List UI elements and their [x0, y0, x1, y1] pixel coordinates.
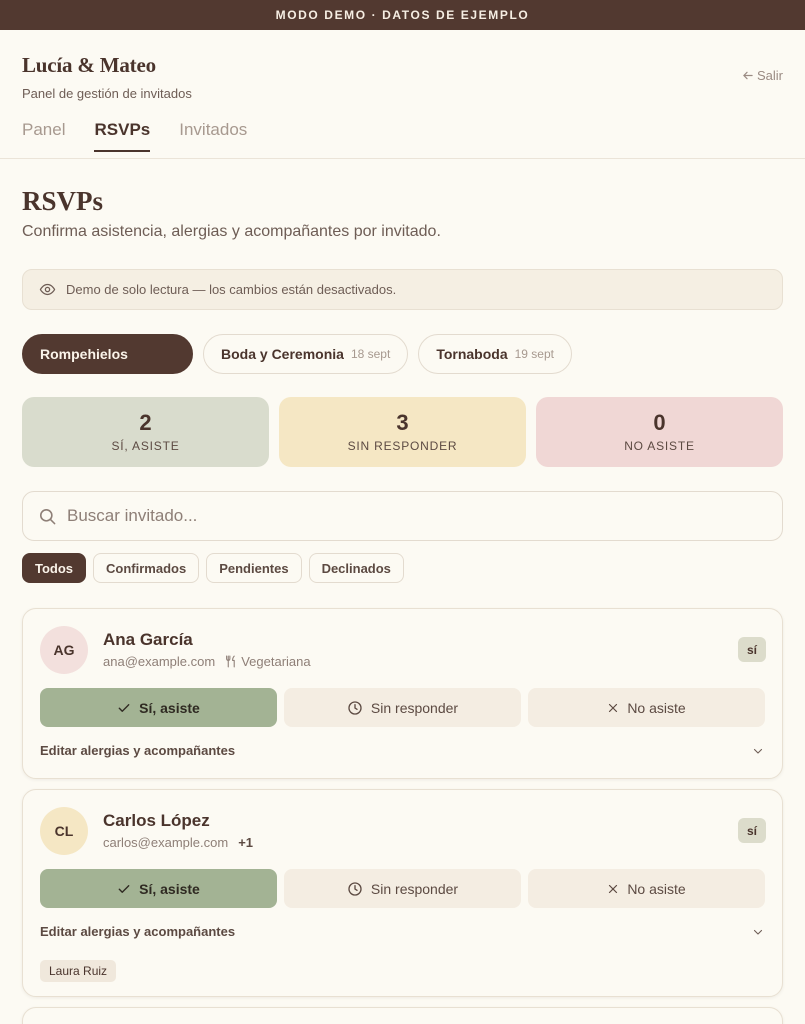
- event-label: Boda y Ceremonia: [221, 346, 344, 362]
- rsvp-pending-label: Sin responder: [370, 880, 459, 897]
- eye-icon: [39, 281, 56, 298]
- guest-meta: carlos@example.com +1: [103, 835, 253, 850]
- event-rompehielos[interactable]: Rompehielos: [22, 334, 193, 374]
- notice-text: Demo de solo lectura — los cambios están…: [66, 282, 397, 297]
- guest-meta: ana@example.com Vegetariana: [103, 654, 311, 669]
- event-tornaboda[interactable]: Tornaboda 19 sept: [418, 334, 572, 374]
- clock-icon: [347, 700, 363, 716]
- close-icon: [607, 702, 619, 714]
- demo-banner: MODO DEMO · DATOS DE EJEMPLO: [0, 0, 805, 30]
- diet-info: Vegetariana: [225, 654, 311, 669]
- rsvp-yes-button[interactable]: Sí, asiste: [40, 869, 277, 908]
- guest-email: ana@example.com: [103, 654, 216, 669]
- stat-pending: 3 SIN RESPONDER: [279, 397, 526, 467]
- page-subtitle: Confirma asistencia, alergias y acompaña…: [22, 223, 441, 240]
- stat-value: 0: [653, 409, 666, 435]
- diet-label: Vegetariana: [241, 654, 311, 669]
- rsvp-options: Sí, asiste Sin responder No asiste: [40, 688, 765, 727]
- close-icon: [607, 883, 619, 895]
- stat-declined: 0 NO ASISTE: [536, 397, 783, 467]
- event-date: 18 sept: [350, 347, 391, 361]
- guest-name: Carlos López: [103, 811, 210, 830]
- clock-icon: [347, 881, 363, 897]
- status-badge: sí: [737, 637, 766, 662]
- stat-attending: 2 SÍ, ASISTE: [22, 397, 269, 467]
- edit-label: Editar alergias y acompañantes: [40, 743, 236, 758]
- tab-invitados[interactable]: Invitados: [179, 120, 247, 152]
- rsvp-pending-button[interactable]: Sin responder: [284, 869, 521, 908]
- rsvp-yes-label: Sí, asiste: [139, 880, 200, 897]
- rsvp-pending-label: Sin responder: [370, 699, 459, 716]
- rsvp-no-label: No asiste: [627, 880, 686, 897]
- event-label: Tornaboda: [436, 346, 508, 362]
- app-subtitle: Panel de gestión de invitados: [22, 86, 192, 101]
- edit-allergies-toggle[interactable]: Editar alergias y acompañantes: [40, 743, 764, 758]
- rsvp-yes-button[interactable]: Sí, asiste: [40, 688, 277, 727]
- search-input[interactable]: [67, 506, 747, 526]
- guest-card: CL Carlos López carlos@example.com +1 sí…: [22, 789, 783, 997]
- guest-name: Ana García: [103, 630, 193, 649]
- chevron-down-icon: [752, 926, 764, 938]
- stat-label: SÍ, ASISTE: [111, 439, 180, 454]
- search-box: [22, 491, 783, 541]
- status-filters: Todos Confirmados Pendientes Declinados: [22, 553, 404, 583]
- rsvp-no-label: No asiste: [627, 699, 686, 716]
- tab-rsvps[interactable]: RSVPs: [94, 120, 151, 152]
- filter-todos[interactable]: Todos: [22, 553, 87, 583]
- edit-label: Editar alergias y acompañantes: [40, 924, 236, 939]
- utensils-icon: [225, 655, 238, 668]
- event-date: 19 sept: [514, 347, 554, 361]
- check-icon: [117, 882, 131, 896]
- companion-tag: Laura Ruiz: [40, 960, 117, 982]
- event-label: Rompehielos: [40, 346, 128, 362]
- filter-declinados[interactable]: Declinados: [308, 553, 404, 583]
- app-header: Lucía & Mateo Panel de gestión de invita…: [0, 30, 805, 159]
- guest-email: carlos@example.com: [103, 835, 229, 850]
- demo-banner-text: MODO DEMO · DATOS DE EJEMPLO: [275, 8, 530, 22]
- rsvp-stats: 2 SÍ, ASISTE 3 SIN RESPONDER 0 NO ASISTE: [22, 397, 783, 467]
- event-boda-ceremonia[interactable]: Boda y Ceremonia 18 sept: [203, 334, 409, 374]
- page-title: RSVPs: [22, 186, 104, 216]
- edit-allergies-toggle[interactable]: Editar alergias y acompañantes: [40, 924, 764, 939]
- chevron-down-icon: [752, 745, 764, 757]
- rsvp-yes-label: Sí, asiste: [139, 699, 200, 716]
- rsvp-options: Sí, asiste Sin responder No asiste: [40, 869, 765, 908]
- plus-one-badge: +1: [238, 835, 254, 850]
- filter-confirmados[interactable]: Confirmados: [93, 553, 200, 583]
- read-only-notice: Demo de solo lectura — los cambios están…: [22, 269, 783, 310]
- stat-label: NO ASISTE: [624, 439, 695, 454]
- filter-pendientes[interactable]: Pendientes: [206, 553, 302, 583]
- main-tabs: Panel RSVPs Invitados: [22, 120, 247, 152]
- event-selector: Rompehielos Boda y Ceremonia 18 sept Tor…: [22, 334, 572, 374]
- status-badge: sí: [737, 818, 766, 843]
- rsvp-no-button[interactable]: No asiste: [528, 688, 765, 727]
- guest-card: AG Ana García ana@example.com Vegetarian…: [22, 608, 783, 779]
- logout-label: Salir: [756, 68, 783, 83]
- tab-panel[interactable]: Panel: [22, 120, 65, 152]
- check-icon: [117, 701, 131, 715]
- stat-value: 3: [396, 409, 409, 435]
- rsvp-pending-button[interactable]: Sin responder: [284, 688, 521, 727]
- avatar: CL: [40, 807, 88, 855]
- stat-label: SIN RESPONDER: [347, 439, 458, 454]
- couple-title: Lucía & Mateo: [22, 53, 156, 77]
- arrow-left-icon: [742, 70, 753, 81]
- logout-button[interactable]: Salir: [742, 68, 783, 83]
- guest-card: [22, 1007, 783, 1024]
- avatar: AG: [40, 626, 88, 674]
- stat-value: 2: [139, 409, 152, 435]
- rsvp-no-button[interactable]: No asiste: [528, 869, 765, 908]
- search-icon: [38, 507, 57, 526]
